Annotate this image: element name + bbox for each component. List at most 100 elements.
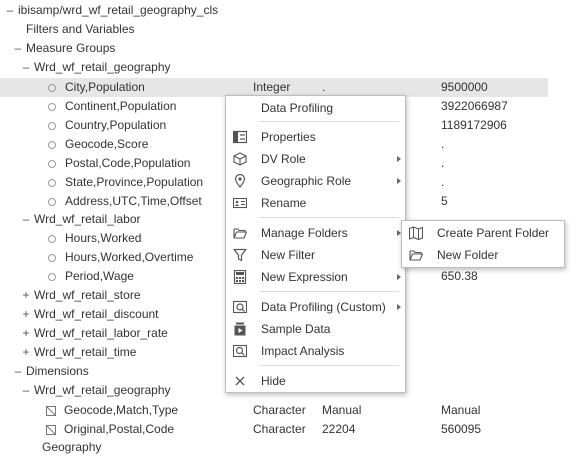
dim-geo-group-label[interactable]: Wrd_wf_retail_geography — [34, 381, 171, 400]
measure-icon — [48, 272, 56, 281]
menu-item-manage-folders[interactable]: Manage Folders — [226, 222, 405, 244]
expand-toggle[interactable]: + — [20, 286, 32, 305]
menu-item-label: Geographic Role — [261, 174, 352, 188]
map-folder-icon — [409, 226, 423, 240]
menu-item-label: Hide — [261, 374, 286, 388]
menu-separator — [259, 291, 399, 292]
group-label[interactable]: Wrd_wf_retail_discount — [34, 305, 159, 324]
group-label[interactable]: Wrd_wf_retail_time — [34, 343, 136, 362]
menu-item-label: DV Role — [261, 152, 306, 166]
field-mid: 22204 — [322, 422, 356, 436]
measure-label[interactable]: Postal,Code,Population — [65, 154, 190, 173]
tree-row-measure-groups[interactable]: – Measure Groups — [0, 39, 578, 58]
measure-label[interactable]: Country,Population — [65, 116, 166, 135]
tree-root-label[interactable]: ibisamp/wrd_wf_retail_geography_cls — [18, 1, 218, 20]
collapse-toggle[interactable]: – — [20, 58, 32, 77]
menu-item-label: Manage Folders — [261, 226, 348, 240]
menu-item-data-profiling[interactable]: Data Profiling — [226, 97, 405, 119]
menu-item-sample-data[interactable]: Sample Data — [226, 318, 405, 340]
sample-data-icon — [234, 322, 246, 336]
field-value: . — [441, 175, 445, 189]
collapse-toggle[interactable]: – — [12, 39, 24, 58]
menu-item-hide[interactable]: Hide — [226, 370, 405, 392]
measure-label[interactable]: City,Population — [65, 78, 145, 97]
menu-item-geographic-role[interactable]: Geographic Role — [226, 170, 405, 192]
tree-row-geo-group[interactable]: – Wrd_wf_retail_geography — [0, 58, 578, 77]
group-label[interactable]: Wrd_wf_retail_store — [34, 286, 141, 305]
labor-group-label[interactable]: Wrd_wf_retail_labor — [34, 210, 141, 229]
expand-toggle[interactable]: + — [20, 305, 32, 324]
menu-item-label: Impact Analysis — [261, 344, 345, 358]
collapse-toggle[interactable]: – — [12, 362, 24, 381]
menu-item-label: Sample Data — [261, 322, 331, 336]
tree-row-filters[interactable]: Filters and Variables — [0, 20, 578, 39]
table-row[interactable]: Original,Postal,Code Character 22204 560… — [0, 420, 578, 439]
field-mid: Manual — [322, 403, 362, 417]
dimension-label[interactable]: Geocode,Match,Type — [64, 401, 178, 420]
tree-row-partial[interactable]: Geography — [0, 438, 578, 457]
menu-item-properties[interactable]: Properties — [226, 126, 405, 148]
profiling-custom-icon — [233, 300, 247, 314]
close-icon — [235, 376, 245, 386]
group-label[interactable]: Wrd_wf_retail_labor_rate — [34, 324, 168, 343]
measure-label[interactable]: Continent,Population — [65, 97, 176, 116]
menu-item-label: New Expression — [261, 270, 348, 284]
field-value: Manual — [441, 403, 481, 417]
measure-label[interactable]: Period,Wage — [65, 267, 134, 286]
measure-icon — [48, 234, 56, 243]
menu-item-dv-role[interactable]: DV Role — [226, 148, 405, 170]
measure-label[interactable]: Hours,Worked — [65, 229, 141, 248]
properties-icon — [233, 130, 247, 144]
folder-open-icon — [409, 250, 423, 261]
measure-groups-label[interactable]: Measure Groups — [26, 39, 115, 58]
measure-icon — [48, 159, 56, 168]
chevron-right-icon — [397, 304, 401, 310]
geography-label[interactable]: Geography — [42, 438, 101, 457]
chevron-right-icon — [397, 274, 401, 280]
filter-icon — [233, 248, 247, 262]
table-row[interactable]: Geocode,Match,Type Character Manual Manu… — [0, 401, 578, 420]
field-type: Character — [253, 403, 306, 417]
menu-item-new-folder[interactable]: New Folder — [402, 244, 564, 266]
dimensions-label[interactable]: Dimensions — [26, 362, 89, 381]
collapse-toggle[interactable]: – — [20, 381, 32, 400]
expand-toggle[interactable]: + — [20, 343, 32, 362]
measure-icon — [48, 178, 56, 187]
filters-variables-label[interactable]: Filters and Variables — [26, 20, 135, 39]
map-pin-icon — [234, 174, 246, 188]
collapse-toggle[interactable]: – — [20, 210, 32, 229]
field-value: 650.38 — [441, 269, 478, 283]
measure-icon — [48, 253, 56, 262]
field-type: Character — [253, 422, 306, 436]
field-value: . — [441, 156, 445, 170]
menu-separator — [259, 121, 399, 122]
measure-icon — [48, 140, 56, 149]
measure-label[interactable]: Geocode,Score — [65, 135, 148, 154]
dimension-label[interactable]: Original,Postal,Code — [64, 420, 174, 439]
menu-item-create-parent-folder[interactable]: Create Parent Folder — [402, 222, 564, 244]
measure-label[interactable]: Address,UTC,Time,Offset — [65, 192, 202, 211]
measure-label[interactable]: Hours,Worked,Overtime — [65, 248, 193, 267]
cube-icon — [233, 152, 247, 166]
menu-item-new-expression[interactable]: New Expression — [226, 266, 405, 288]
folder-open-icon — [233, 228, 247, 239]
menu-item-impact-analysis[interactable]: Impact Analysis — [226, 340, 405, 362]
menu-separator — [259, 217, 399, 218]
geo-group-label[interactable]: Wrd_wf_retail_geography — [34, 58, 171, 77]
tree-row-root[interactable]: – ibisamp/wrd_wf_retail_geography_cls — [0, 1, 578, 20]
manage-folders-submenu: Create Parent Folder New Folder — [401, 220, 565, 268]
menu-item-label: New Folder — [437, 248, 499, 262]
measure-icon — [48, 121, 56, 130]
menu-item-label: Rename — [261, 196, 307, 210]
expand-toggle[interactable]: + — [20, 324, 32, 343]
menu-item-new-filter[interactable]: New Filter — [226, 244, 405, 266]
impact-analysis-icon — [233, 344, 247, 358]
collapse-toggle[interactable]: – — [4, 1, 16, 20]
chevron-right-icon — [397, 178, 401, 184]
menu-item-label: Data Profiling (Custom) — [261, 300, 386, 314]
menu-item-data-profiling-custom[interactable]: Data Profiling (Custom) — [226, 296, 405, 318]
menu-item-rename[interactable]: Rename — [226, 192, 405, 214]
measure-label[interactable]: State,Province,Population — [65, 173, 203, 192]
rename-icon — [233, 197, 247, 209]
measure-icon — [48, 197, 56, 206]
